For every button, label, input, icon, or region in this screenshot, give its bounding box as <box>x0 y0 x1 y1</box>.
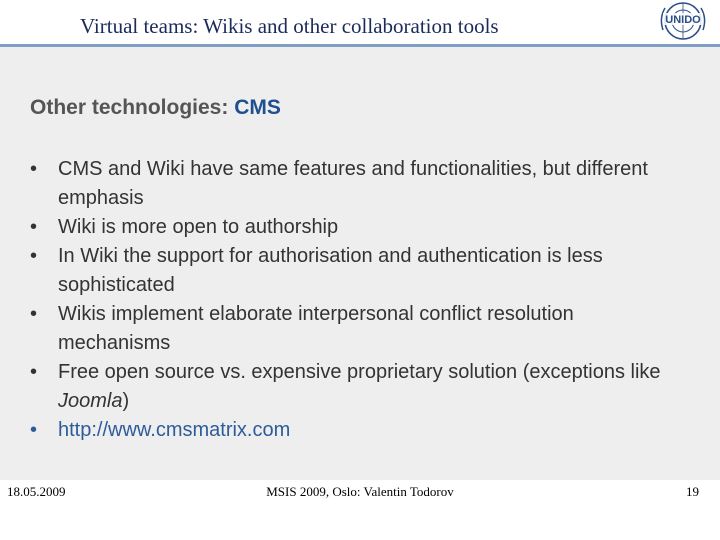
bullet-icon: • <box>30 303 38 325</box>
bullet-emphasis: Joomla <box>58 390 123 412</box>
bullet-text: Free open source vs. expensive proprieta… <box>58 361 661 383</box>
cmsmatrix-link[interactable]: http://www.cmsmatrix.com <box>58 419 290 441</box>
list-item: • CMS and Wiki have same features and fun… <box>30 155 690 213</box>
bullet-icon: • <box>30 216 38 238</box>
bullet-text: Wiki is more open to authorship <box>58 216 339 238</box>
bullet-list: • CMS and Wiki have same features and fun… <box>30 155 690 445</box>
logo-text: UNIDO <box>665 14 701 26</box>
list-item-link[interactable]: • http://www.cmsmatrix.com <box>30 416 690 445</box>
bullet-text: In Wiki the support for authorisation an… <box>58 245 603 296</box>
header-title: Virtual teams: Wikis and other collabora… <box>80 14 499 38</box>
slide-header: Virtual teams: Wikis and other collabora… <box>0 0 720 44</box>
list-item: • In Wiki the support for authorisation a… <box>30 242 690 300</box>
slide-footer: 18.05.2009 MSIS 2009, Oslo: Valentin Tod… <box>0 480 720 540</box>
bullet-icon: • <box>30 419 38 441</box>
bullet-icon: • <box>30 361 38 383</box>
page-number: 19 <box>686 484 699 499</box>
bullet-icon: • <box>30 158 38 180</box>
footer-center: MSIS 2009, Oslo: Valentin Todorov <box>266 484 454 499</box>
slide-title-prefix: Other technologies: <box>30 96 235 119</box>
list-item: • Wikis implement elaborate interpersonal… <box>30 300 690 358</box>
list-item: • Wiki is more open to authorship <box>30 213 690 242</box>
unido-logo-icon: UNIDO <box>660 2 706 40</box>
bullet-text: Wikis implement elaborate interpersonal … <box>58 303 574 354</box>
slide-title: Other technologies: CMS <box>30 96 281 120</box>
bullet-icon: • <box>30 245 38 267</box>
slide-title-accent: CMS <box>234 96 281 119</box>
bullet-text: CMS and Wiki have same features and func… <box>58 158 648 209</box>
bullet-text-end: ) <box>122 390 130 412</box>
list-item: • Free open source vs. expensive propriet… <box>30 358 690 416</box>
